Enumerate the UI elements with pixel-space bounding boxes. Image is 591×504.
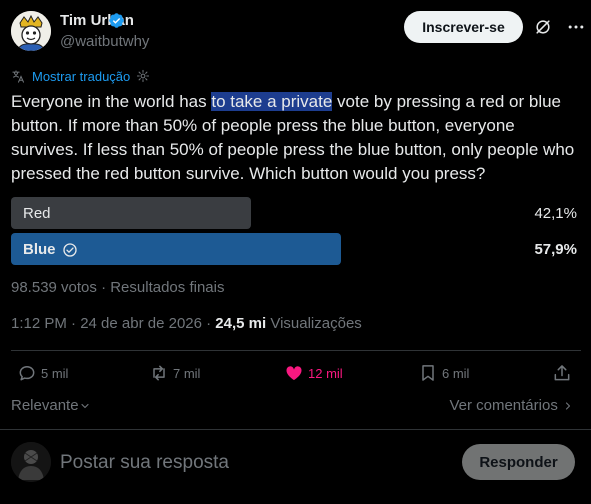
grok-icon[interactable] xyxy=(533,17,553,37)
reply-submit-button[interactable]: Responder xyxy=(462,444,575,480)
tweet-meta: 1:12 PM · 24 de abr de 2026 · 24,5 mi Vi… xyxy=(11,315,362,332)
bookmark-count: 6 mil xyxy=(442,365,470,381)
reply-count: 5 mil xyxy=(41,365,69,381)
share-icon xyxy=(554,365,570,381)
author-avatar[interactable] xyxy=(11,11,51,51)
sort-label: Relevante xyxy=(11,397,79,414)
check-circle-icon xyxy=(62,242,77,257)
tweet-text-selection: to take a private xyxy=(211,92,333,111)
view-comments-link[interactable]: Ver comentários xyxy=(449,397,574,414)
like-button[interactable]: 12 mil xyxy=(284,362,343,384)
poll-option-blue: Blue 57,9% xyxy=(11,233,581,265)
sort-dropdown[interactable]: Relevante xyxy=(11,397,91,414)
bookmark-button[interactable]: 6 mil xyxy=(418,362,469,384)
verified-badge-icon xyxy=(109,13,124,28)
poll-option-label-wrap: Blue xyxy=(23,241,78,258)
subscribe-button[interactable]: Inscrever-se xyxy=(404,11,523,43)
reply-icon xyxy=(19,366,35,381)
repost-icon xyxy=(153,365,165,381)
heart-icon xyxy=(286,366,302,381)
tweet-timestamp[interactable]: 1:12 PM · 24 de abr de 2026 · xyxy=(11,315,215,332)
bookmark-icon xyxy=(422,365,434,381)
show-translation-link[interactable]: Mostrar tradução xyxy=(11,68,150,84)
poll-option-percent: 57,9% xyxy=(534,241,577,258)
chevron-right-icon xyxy=(565,402,571,410)
settings-gear-icon[interactable] xyxy=(136,69,150,83)
poll-option-label: Red xyxy=(23,205,51,222)
user-avatar[interactable] xyxy=(11,442,51,482)
tweet-text-part: Everyone in the world has xyxy=(11,92,212,111)
views-label: Visualizações xyxy=(266,315,362,332)
poll-summary: 98.539 votos · Resultados finais xyxy=(11,279,225,296)
repost-button[interactable]: 7 mil xyxy=(149,362,200,384)
divider xyxy=(11,350,581,351)
poll-option-red: Red 42,1% xyxy=(11,197,581,229)
views-count: 24,5 mi xyxy=(215,315,267,332)
replies-sort-row: Relevante Ver comentários xyxy=(11,397,581,417)
poll-option-percent: 42,1% xyxy=(534,205,577,222)
view-comments-label: Ver comentários xyxy=(449,397,558,414)
share-button[interactable] xyxy=(552,362,572,384)
show-translation-label[interactable]: Mostrar tradução xyxy=(32,69,130,84)
more-options-icon[interactable] xyxy=(566,17,586,37)
chevron-down-icon xyxy=(80,403,89,409)
action-bar: 5 mil 7 mil 12 mil 6 mil xyxy=(0,352,591,396)
author-handle[interactable]: @waitbutwhy xyxy=(60,33,149,50)
repost-count: 7 mil xyxy=(173,365,201,381)
like-count: 12 mil xyxy=(308,365,343,381)
tweet-text: Everyone in the world has to take a priv… xyxy=(11,90,581,186)
poll-option-label: Blue xyxy=(23,241,56,258)
reply-button[interactable]: 5 mil xyxy=(17,362,68,384)
divider xyxy=(0,429,591,430)
translate-icon xyxy=(12,69,24,83)
reply-input[interactable] xyxy=(60,448,440,478)
tweet-header: Tim Urban @waitbutwhy Inscrever-se xyxy=(0,0,591,64)
